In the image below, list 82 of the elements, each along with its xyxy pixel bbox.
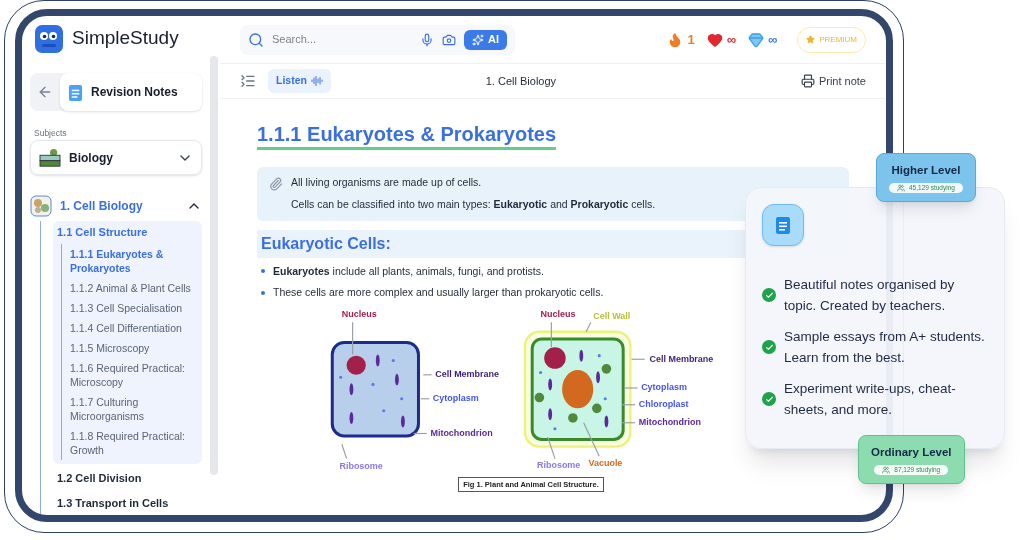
diagram-label: Cell Wall <box>593 310 631 321</box>
sidebar-item[interactable]: 1.1.1 Eukaryotes & Prokaryotes <box>70 244 202 278</box>
stat-value: 1 <box>687 30 695 49</box>
check-icon <box>762 288 776 302</box>
leader-line <box>547 436 556 460</box>
notepad-tile-icon <box>762 204 804 246</box>
diagram-label: Mitochondrion <box>638 417 702 428</box>
page-title: 1. Cell Biology <box>484 73 558 89</box>
ai-button[interactable]: AI <box>464 29 507 50</box>
subjects-label: Subjects <box>33 126 68 140</box>
leader-line <box>413 432 428 435</box>
leader-line <box>585 321 592 333</box>
diagram-label: Nucleus <box>540 309 576 320</box>
audio-wave-icon <box>310 75 323 87</box>
sidebar-item[interactable]: 1.1.5 Microscopy <box>70 338 202 358</box>
sidebar-item[interactable]: 1.1.2 Animal & Plant Cells <box>70 278 202 298</box>
listen-button[interactable]: Listen <box>268 69 331 93</box>
level-title: Higher Level <box>891 163 961 178</box>
sidebar-item[interactable]: 1.1.6 Required Practical: Microscopy <box>70 358 202 392</box>
stat-value: ∞ <box>767 30 778 49</box>
sidebar-item[interactable]: 1.2 Cell Division <box>53 467 202 490</box>
note-text: Cells can be classified into two main types: Eukaryotic and Prokaryotic cells. <box>291 196 656 212</box>
paperclip-icon <box>269 177 283 191</box>
microphone-icon[interactable] <box>420 32 434 47</box>
leader-line <box>422 374 433 376</box>
leader-line <box>630 358 646 360</box>
diagram-label: Cell Membrane <box>435 369 500 380</box>
leader-line <box>621 404 636 406</box>
feature-text: Sample essays from A+ students. Learn from the best. <box>784 328 986 367</box>
diagram-label: Cytoplasm <box>641 382 687 393</box>
diagram-label: Nucleus <box>341 309 377 320</box>
sidebar-item[interactable]: 1.3 Transport in Cells <box>53 492 202 515</box>
sidebar-item[interactable]: 1.1.7 Culturing Microorganisms <box>70 392 202 426</box>
leader-line <box>583 422 600 457</box>
diagram-label: Vacuole <box>588 457 623 468</box>
section-title-tab[interactable]: Revision Notes <box>60 73 202 111</box>
subject-dropdown[interactable]: Biology <box>30 139 202 176</box>
feature-text: Beautiful notes organised by topic. Created by teachers. <box>784 276 956 315</box>
heart-icon <box>706 31 723 48</box>
sidebar-item[interactable]: 1.1.8 Required Practical: Growth <box>70 426 202 460</box>
level-title: Ordinary Level <box>871 445 952 460</box>
diagram-label: Cell Membrane <box>649 353 714 364</box>
leader-line <box>621 422 636 424</box>
leader-line <box>420 398 430 400</box>
printer-icon <box>800 74 815 88</box>
leader-line <box>623 387 639 389</box>
diagram-label: Cytoplasm <box>432 393 479 404</box>
brand-name: SimpleStudy <box>72 26 179 51</box>
camera-icon[interactable] <box>442 32 456 47</box>
biology-books-icon <box>39 147 61 168</box>
stat-value: ∞ <box>726 30 736 49</box>
star-icon <box>806 35 816 44</box>
leader-line <box>341 443 348 460</box>
check-icon <box>762 340 776 354</box>
diagram-label: Chloroplast <box>638 399 689 410</box>
diagram-label: Ribosome <box>537 460 581 471</box>
bullet-text: These cells are more complex and usually larger than prokaryotic cells. <box>273 285 604 301</box>
sparkle-icon <box>472 33 484 46</box>
back-arrow-icon <box>37 84 53 100</box>
notepad-icon <box>68 82 83 102</box>
sidebar-item[interactable]: 1.1 Cell Structure <box>53 221 202 244</box>
feature-text: Experiment write-ups, cheat-sheets, and more. <box>784 380 957 419</box>
users-icon <box>882 466 891 475</box>
collapse-sidebar-icon[interactable] <box>240 73 256 89</box>
diamond-icon <box>747 31 764 48</box>
note-text: All living organisms are made up of cells. <box>291 175 483 190</box>
diagram-label: Ribosome <box>339 461 383 472</box>
robot-logo-icon <box>34 23 64 54</box>
users-icon <box>897 184 905 193</box>
leader-line <box>550 321 552 348</box>
bullet-text: Eukaryotes include all plants, animals, fungi, and protists. <box>273 263 544 279</box>
diagram-label: Mitochondrion <box>430 427 493 438</box>
article-heading: 1.1.1 Eukaryotes & Prokaryotes <box>257 121 557 150</box>
chapter-item[interactable]: 1. Cell Biology <box>30 195 202 218</box>
sidebar-item[interactable]: 1.1.4 Cell Differentiation <box>70 318 202 338</box>
leader-line <box>352 321 354 356</box>
check-icon <box>762 392 776 406</box>
sidebar-item[interactable]: 1.1.3 Cell Specialisation <box>70 298 202 318</box>
search-icon <box>248 31 264 48</box>
cells-icon <box>30 195 52 218</box>
print-button[interactable]: Print note <box>800 72 866 90</box>
search-field[interactable]: Search... AI <box>240 24 515 55</box>
